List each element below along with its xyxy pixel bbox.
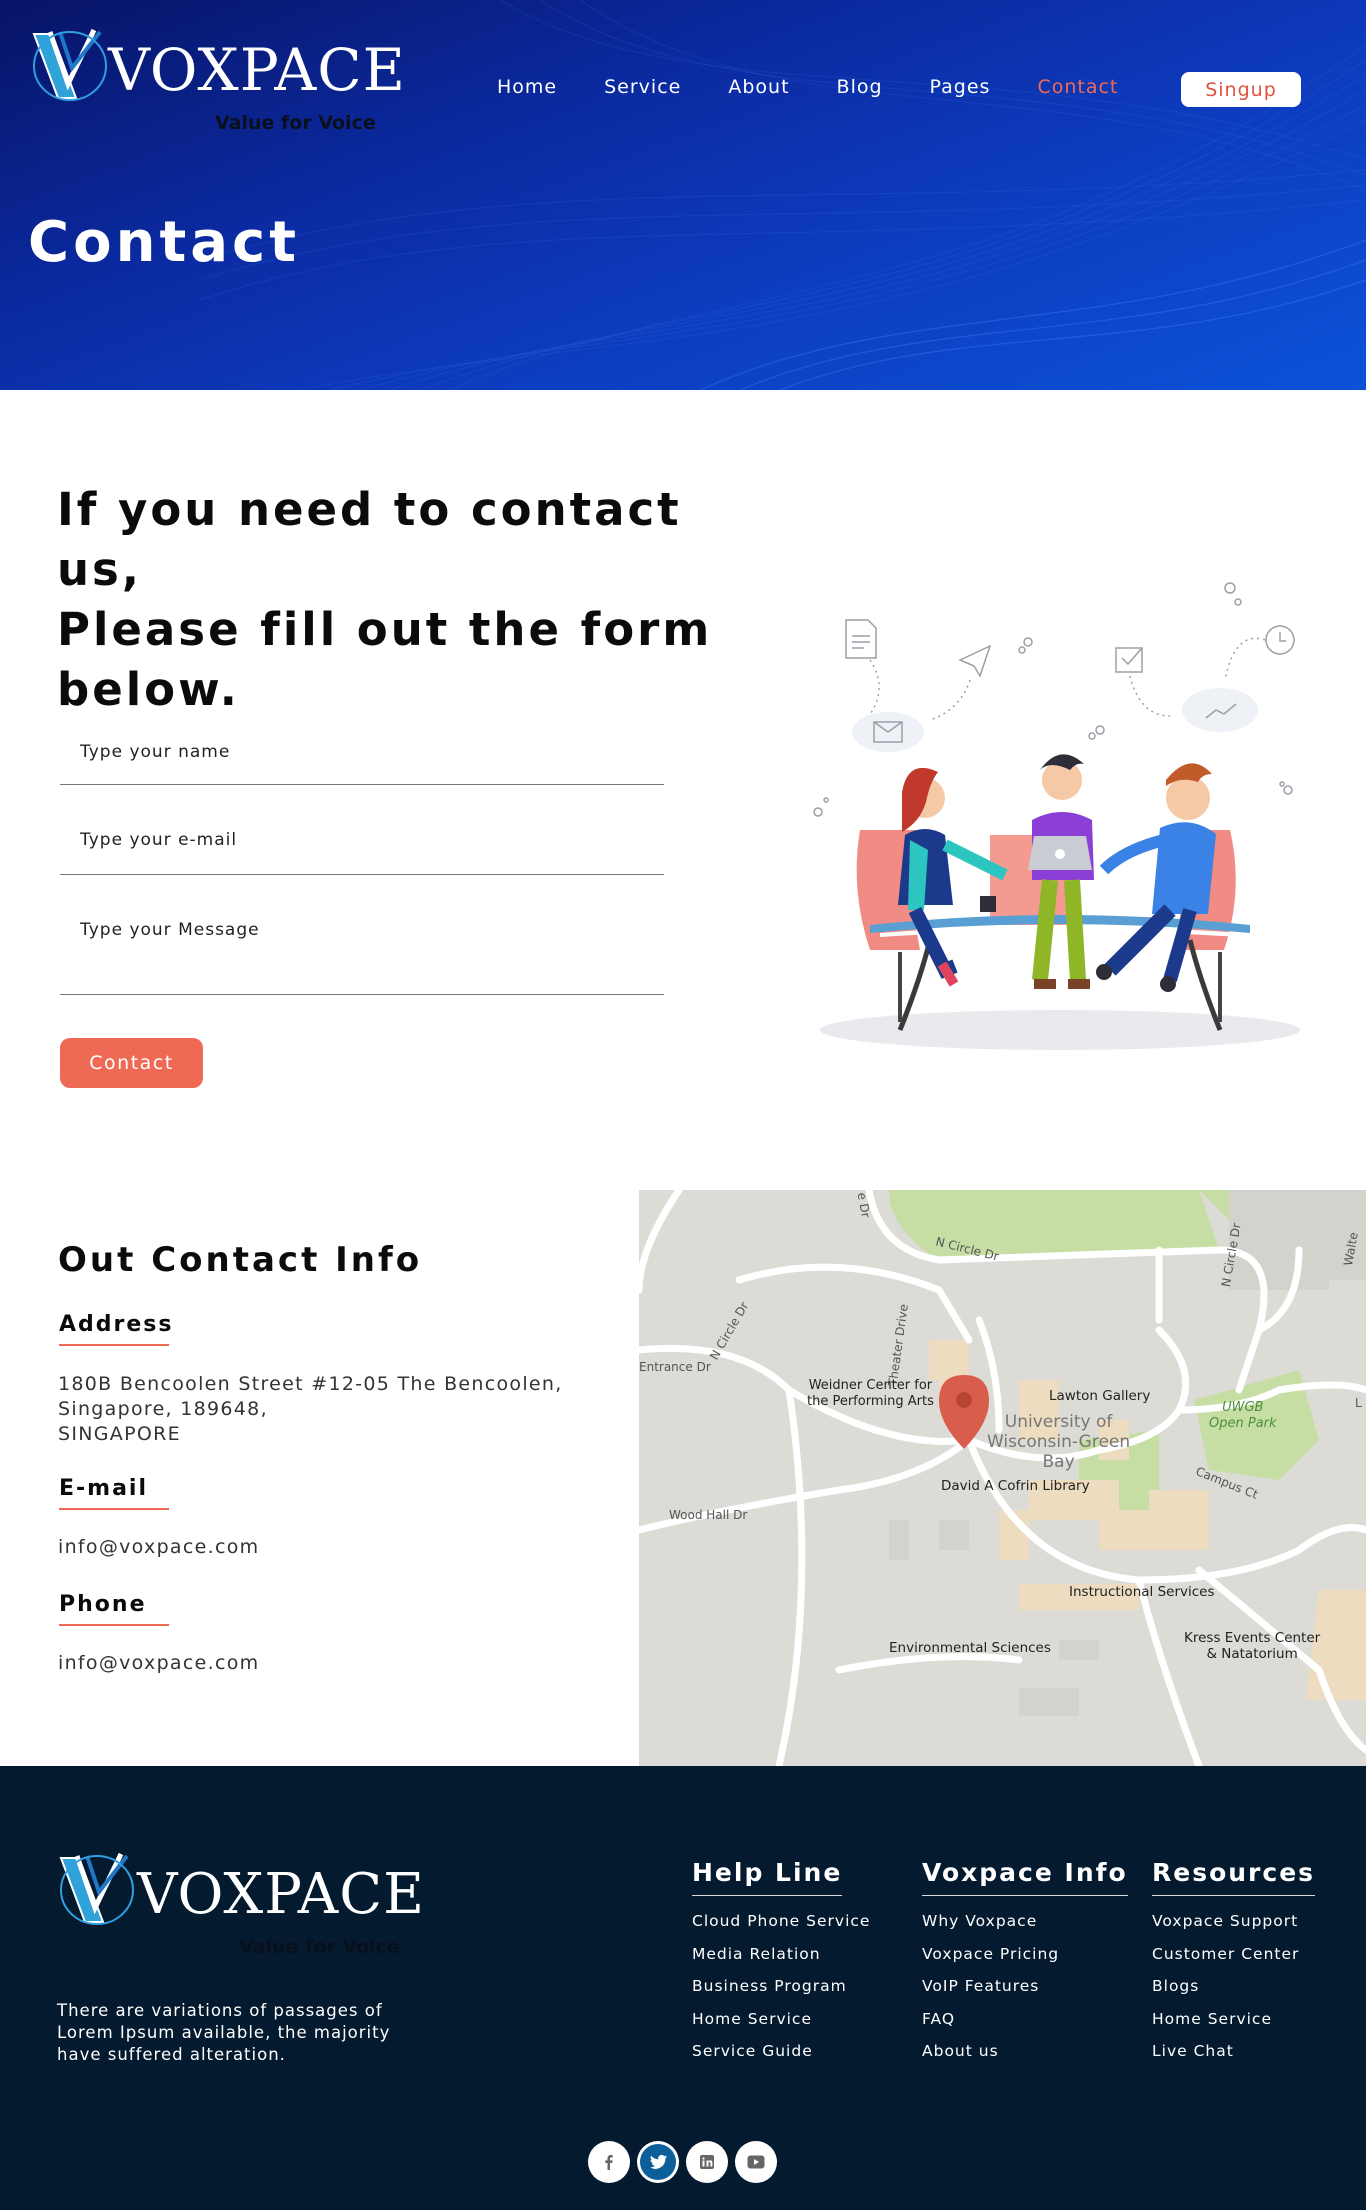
- address-line-2: Singapore, 189648,: [58, 1398, 268, 1420]
- address-label: Address: [59, 1312, 173, 1346]
- map-label-kress: Kress Events Center & Natatorium: [1184, 1630, 1321, 1662]
- main-navigation: Home Service About Blog Pages Contact: [497, 76, 1165, 98]
- footer-link[interactable]: Home Service: [1152, 2010, 1315, 2043]
- footer-column-voxpace-info: Voxpace Info Why Voxpace Voxpace Pricing…: [922, 1858, 1128, 2075]
- footer-link[interactable]: Customer Center: [1152, 1945, 1315, 1978]
- address-line-3: SINGAPORE: [58, 1423, 181, 1445]
- footer-link[interactable]: FAQ: [922, 2010, 1128, 2043]
- footer-link[interactable]: Service Guide: [692, 2042, 870, 2075]
- message-placeholder: Type your Message: [80, 920, 260, 940]
- footer-link[interactable]: Why Voxpace: [922, 1912, 1128, 1945]
- form-heading-line-1: If you need to contact us,: [57, 483, 682, 596]
- form-heading-line-2: Please fill out the form: [57, 603, 713, 656]
- footer-link[interactable]: Voxpace Support: [1152, 1912, 1315, 1945]
- email-placeholder: Type your e-mail: [80, 830, 238, 850]
- footer-link[interactable]: Business Program: [692, 1977, 870, 2010]
- footer-link[interactable]: Voxpace Pricing: [922, 1945, 1128, 1978]
- social-links: [588, 2141, 777, 2183]
- signup-button[interactable]: Singup: [1181, 72, 1301, 107]
- map-label-instructional: Instructional Services: [1069, 1584, 1215, 1600]
- voxpace-v-logo-icon: [32, 28, 107, 101]
- form-heading: If you need to contact us, Please fill o…: [57, 480, 747, 720]
- footer-brand-wordmark: VOXPACE: [137, 1862, 425, 1927]
- map-label-edge-l: L: [1355, 1396, 1362, 1410]
- map-label-weidner: Weidner Center for the Performing Arts: [807, 1378, 934, 1409]
- footer-link[interactable]: Live Chat: [1152, 2042, 1315, 2075]
- phone-value[interactable]: info@voxpace.com: [58, 1651, 259, 1676]
- footer-link[interactable]: Media Relation: [692, 1945, 870, 1978]
- team-meeting-illustration: [813, 582, 1300, 1050]
- footer-link[interactable]: Cloud Phone Service: [692, 1912, 870, 1945]
- voxpace-v-logo-icon: [59, 1852, 134, 1925]
- footer-column-title: Voxpace Info: [922, 1858, 1128, 1896]
- contact-info-title: Out Contact Info: [58, 1240, 423, 1280]
- map-label-university: University of Wisconsin-Green Bay: [987, 1412, 1131, 1472]
- name-placeholder: Type your name: [80, 742, 231, 762]
- header-logo[interactable]: VOXPACE Value for Voice: [30, 28, 405, 138]
- footer-logo[interactable]: VOXPACE Value for Voice: [57, 1852, 424, 1962]
- address-text: 180B Bencoolen Street #12-05 The Bencool…: [58, 1372, 563, 1447]
- footer-column-help-line: Help Line Cloud Phone Service Media Rela…: [692, 1858, 870, 2075]
- brand-tagline: Value for Voice: [215, 112, 376, 134]
- nav-contact[interactable]: Contact: [1037, 76, 1118, 98]
- brand-wordmark: VOXPACE: [108, 36, 406, 104]
- nav-pages[interactable]: Pages: [930, 76, 991, 98]
- twitter-icon[interactable]: [637, 2141, 679, 2183]
- map-label-park: UWGB Open Park: [1209, 1400, 1277, 1431]
- form-heading-line-3: below.: [57, 663, 240, 716]
- nav-about[interactable]: About: [728, 76, 789, 98]
- map-label-lawton: Lawton Gallery: [1049, 1388, 1151, 1404]
- nav-blog[interactable]: Blog: [837, 76, 883, 98]
- email-field[interactable]: Type your e-mail: [60, 820, 664, 875]
- nav-service[interactable]: Service: [604, 76, 681, 98]
- footer-link[interactable]: About us: [922, 2042, 1128, 2075]
- footer-link[interactable]: Blogs: [1152, 1977, 1315, 2010]
- map-label-entrance-dr: Entrance Dr: [639, 1360, 711, 1374]
- nav-home[interactable]: Home: [497, 76, 557, 98]
- contact-submit-button[interactable]: Contact: [60, 1038, 203, 1088]
- footer-column-resources: Resources Voxpace Support Customer Cente…: [1152, 1858, 1316, 2075]
- hero-banner: VOXPACE Value for Voice Home Service Abo…: [0, 0, 1366, 390]
- footer-column-title: Help Line: [692, 1858, 843, 1896]
- linkedin-icon[interactable]: [686, 2141, 728, 2183]
- map-label-environmental: Environmental Sciences: [889, 1640, 1051, 1656]
- footer-brand-tagline: Value for Voice: [239, 1936, 400, 1958]
- map-label-wood-hall-dr: Wood Hall Dr: [669, 1508, 748, 1522]
- footer-link[interactable]: VoIP Features: [922, 1977, 1128, 2010]
- email-label: E-mail: [59, 1476, 170, 1510]
- page-title: Contact: [28, 210, 300, 275]
- facebook-icon[interactable]: [588, 2141, 630, 2183]
- email-value[interactable]: info@voxpace.com: [58, 1535, 259, 1560]
- map-label-library: David A Cofrin Library: [941, 1478, 1090, 1494]
- youtube-icon[interactable]: [735, 2141, 777, 2183]
- footer-link[interactable]: Home Service: [692, 2010, 870, 2043]
- footer-column-title: Resources: [1152, 1858, 1316, 1896]
- phone-label: Phone: [59, 1592, 170, 1626]
- message-field[interactable]: Type your Message: [60, 910, 664, 995]
- address-line-1: 180B Bencoolen Street #12-05 The Bencool…: [58, 1373, 563, 1395]
- location-map[interactable]: N Circle Dr N Circle Dr N Circle Dr Walt…: [639, 1190, 1366, 1766]
- footer-about-text: There are variations of passages of Lore…: [57, 2001, 391, 2064]
- name-field[interactable]: Type your name: [60, 730, 664, 785]
